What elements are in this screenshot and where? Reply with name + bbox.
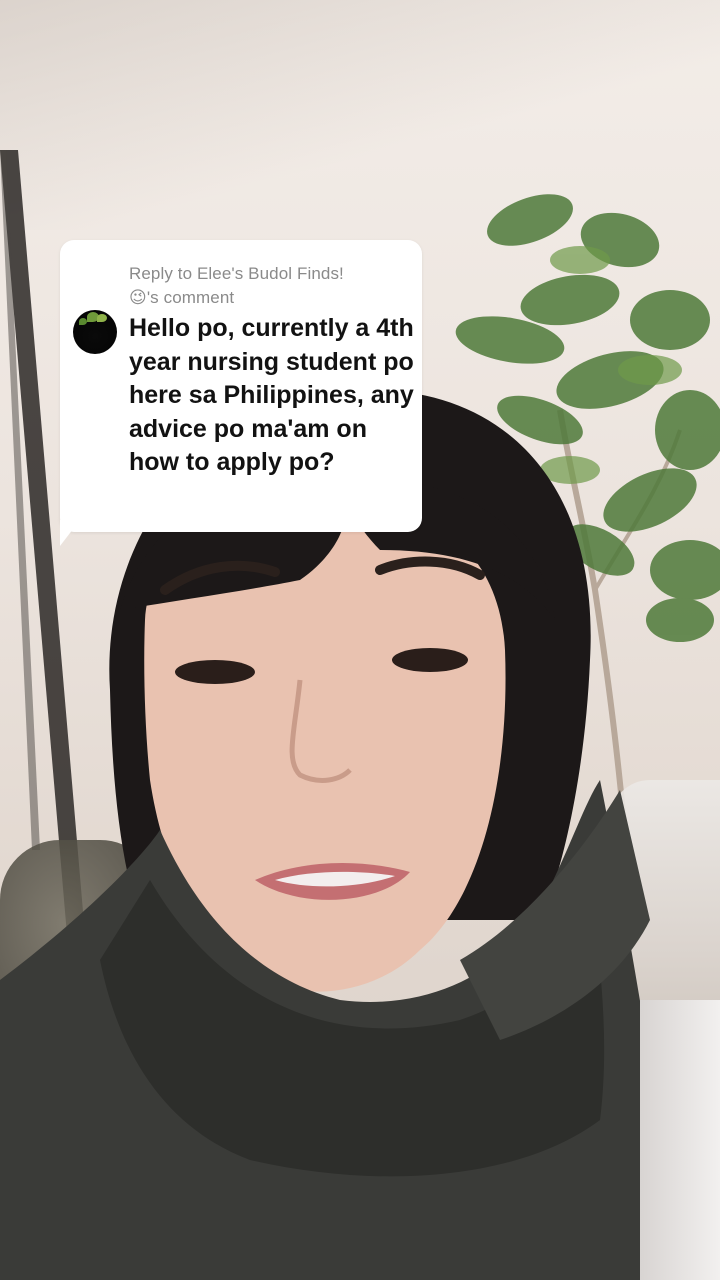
reply-header: Reply to Elee's Budol Finds! 😉's comment (129, 262, 409, 310)
reply-header-line2: 😉's comment (129, 288, 235, 307)
reply-header-line1: Reply to Elee's Budol Finds! (129, 264, 344, 283)
reply-comment-text: Hello po, currently a 4th year nursing s… (129, 314, 414, 476)
reply-comment-card[interactable]: Reply to Elee's Budol Finds! 😉's comment… (60, 240, 422, 532)
avatar[interactable] (73, 310, 117, 354)
white-fabric (640, 1000, 720, 1280)
reply-bubble-tail (60, 520, 80, 546)
avatar-leaf-icon (97, 314, 107, 322)
video-frame (0, 0, 720, 1280)
avatar-leaf-icon (79, 318, 87, 325)
